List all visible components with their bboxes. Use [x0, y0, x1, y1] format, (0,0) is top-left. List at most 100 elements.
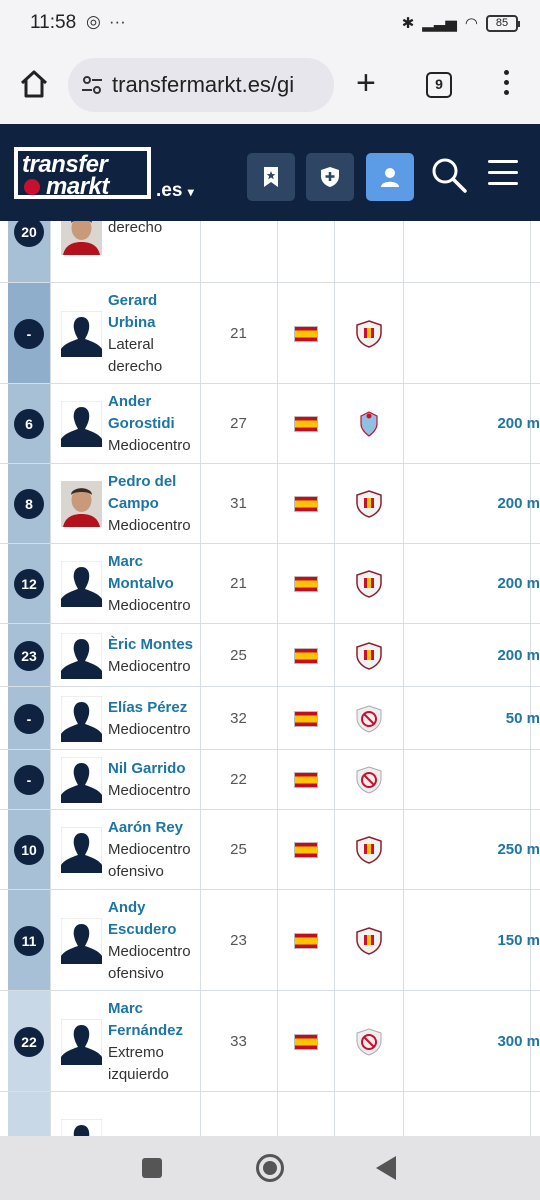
- tab-switcher-button[interactable]: 9: [426, 72, 452, 98]
- player-name-link[interactable]: Aarón Rey: [108, 817, 198, 839]
- market-value[interactable]: 200 m: [460, 415, 540, 432]
- logo-ball-icon: [24, 179, 40, 195]
- shirt-number-badge: 20: [14, 221, 44, 247]
- club-crest-icon[interactable]: [355, 642, 383, 670]
- player-name-link[interactable]: Èric Montes: [108, 634, 198, 656]
- system-home-button[interactable]: [256, 1154, 284, 1182]
- no-club-icon[interactable]: [355, 705, 383, 733]
- player-name-link[interactable]: Nil Garrido: [108, 758, 198, 780]
- club-crest-icon[interactable]: [355, 836, 383, 864]
- player-name-link[interactable]: Ander Gorostidi: [108, 391, 198, 435]
- recent-apps-button[interactable]: [142, 1158, 162, 1178]
- new-tab-button[interactable]: +: [356, 66, 376, 100]
- market-value[interactable]: 150 m: [460, 932, 540, 949]
- player-name-link[interactable]: Marc Fernández: [108, 998, 198, 1042]
- market-value[interactable]: 300 m: [460, 1033, 540, 1050]
- club-crest-icon[interactable]: [355, 927, 383, 955]
- hamburger-menu-button[interactable]: [488, 160, 518, 188]
- url-text[interactable]: transfermarkt.es/gi: [112, 72, 328, 98]
- user-icon: [381, 168, 399, 187]
- player-name-link[interactable]: Pedro del Campo: [108, 471, 198, 515]
- system-navigation-bar: [0, 1136, 540, 1200]
- shirt-number-cell: -: [8, 687, 50, 749]
- site-settings-icon[interactable]: [80, 73, 104, 97]
- market-value[interactable]: 50 m: [460, 710, 540, 727]
- column-divider: [403, 750, 404, 809]
- player-silhouette-icon[interactable]: [60, 695, 103, 743]
- column-divider: [334, 687, 335, 749]
- player-photo[interactable]: [61, 481, 102, 527]
- home-button[interactable]: [16, 66, 52, 102]
- player-position: Lateral derecho: [108, 336, 163, 375]
- player-silhouette-icon[interactable]: [60, 1018, 103, 1066]
- column-divider: [277, 384, 278, 463]
- player-name-link[interactable]: Marc Montalvo: [108, 551, 198, 595]
- market-value[interactable]: 250 m: [460, 841, 540, 858]
- column-divider: [200, 221, 201, 282]
- browser-menu-button[interactable]: [498, 70, 514, 100]
- column-divider: [334, 1092, 335, 1136]
- notification-icons: ◎ ···: [86, 12, 126, 32]
- no-club-icon[interactable]: [355, 766, 383, 794]
- site-header: transfer markt .es ▾: [0, 124, 540, 221]
- shirt-number-cell: 12: [8, 544, 50, 623]
- player-photo[interactable]: [61, 221, 102, 255]
- spain-flag-icon: [294, 576, 318, 592]
- back-button[interactable]: [376, 1156, 396, 1180]
- club-crest-icon[interactable]: [355, 320, 383, 348]
- column-divider: [530, 221, 531, 282]
- whatsapp-icon: ◎: [86, 12, 101, 31]
- spain-flag-icon: [294, 842, 318, 858]
- bookmark-star-icon: [264, 167, 278, 187]
- search-button[interactable]: [430, 156, 468, 194]
- player-age: 22: [230, 771, 247, 788]
- bookmarks-button[interactable]: [247, 153, 295, 201]
- player-silhouette-icon[interactable]: [60, 632, 103, 680]
- player-silhouette-icon[interactable]: [60, 826, 103, 874]
- table-row: Marc Álvarez: [0, 1092, 540, 1136]
- shirt-number-cell: -: [8, 283, 50, 383]
- column-divider: [50, 624, 51, 686]
- squad-table: 20ȚîrleaLateral derecho23100 m - Gerard Ur…: [0, 221, 540, 1136]
- player-silhouette-icon[interactable]: [60, 310, 103, 358]
- spain-flag-icon: [294, 772, 318, 788]
- club-crest-icon[interactable]: [355, 410, 383, 438]
- club-crest-icon[interactable]: [355, 570, 383, 598]
- column-divider: [403, 687, 404, 749]
- player-name-link[interactable]: Gerard Urbina: [108, 290, 198, 334]
- domain-selector[interactable]: .es ▾: [156, 180, 194, 202]
- spain-flag-icon: [294, 1034, 318, 1050]
- player-silhouette-icon[interactable]: [60, 756, 103, 804]
- market-value[interactable]: 200 m: [460, 575, 540, 592]
- column-divider: [530, 1092, 531, 1136]
- column-divider: [50, 810, 51, 889]
- player-age: 27: [230, 415, 247, 432]
- spain-flag-icon: [294, 711, 318, 727]
- market-value[interactable]: 200 m: [460, 647, 540, 664]
- my-club-button[interactable]: [306, 153, 354, 201]
- market-value[interactable]: 200 m: [460, 495, 540, 512]
- player-silhouette-icon[interactable]: [60, 560, 103, 608]
- status-time: 11:58: [30, 12, 77, 33]
- club-crest-icon[interactable]: [355, 490, 383, 518]
- shirt-number-cell: 8: [8, 464, 50, 543]
- player-position: Extremo izquierdo: [108, 1044, 169, 1083]
- column-divider: [277, 1092, 278, 1136]
- spain-flag-icon: [294, 933, 318, 949]
- column-divider: [403, 890, 404, 990]
- logo-text-bottom: markt: [46, 173, 109, 200]
- transfermarkt-logo[interactable]: transfer markt: [14, 147, 151, 200]
- player-position: Mediocentro: [108, 782, 191, 799]
- player-silhouette-icon[interactable]: [60, 917, 103, 965]
- column-divider: [200, 1092, 201, 1136]
- player-silhouette-icon[interactable]: [60, 400, 103, 448]
- column-divider: [403, 624, 404, 686]
- shirt-number-badge: 22: [14, 1027, 44, 1057]
- no-club-icon[interactable]: [355, 1028, 383, 1056]
- player-name-link[interactable]: Elías Pérez: [108, 697, 198, 719]
- address-bar[interactable]: transfermarkt.es/gi: [68, 58, 334, 112]
- player-age: 32: [230, 710, 247, 727]
- player-silhouette-icon[interactable]: [60, 1118, 103, 1136]
- player-name-link[interactable]: Andy Escudero: [108, 897, 198, 941]
- profile-button[interactable]: [366, 153, 414, 201]
